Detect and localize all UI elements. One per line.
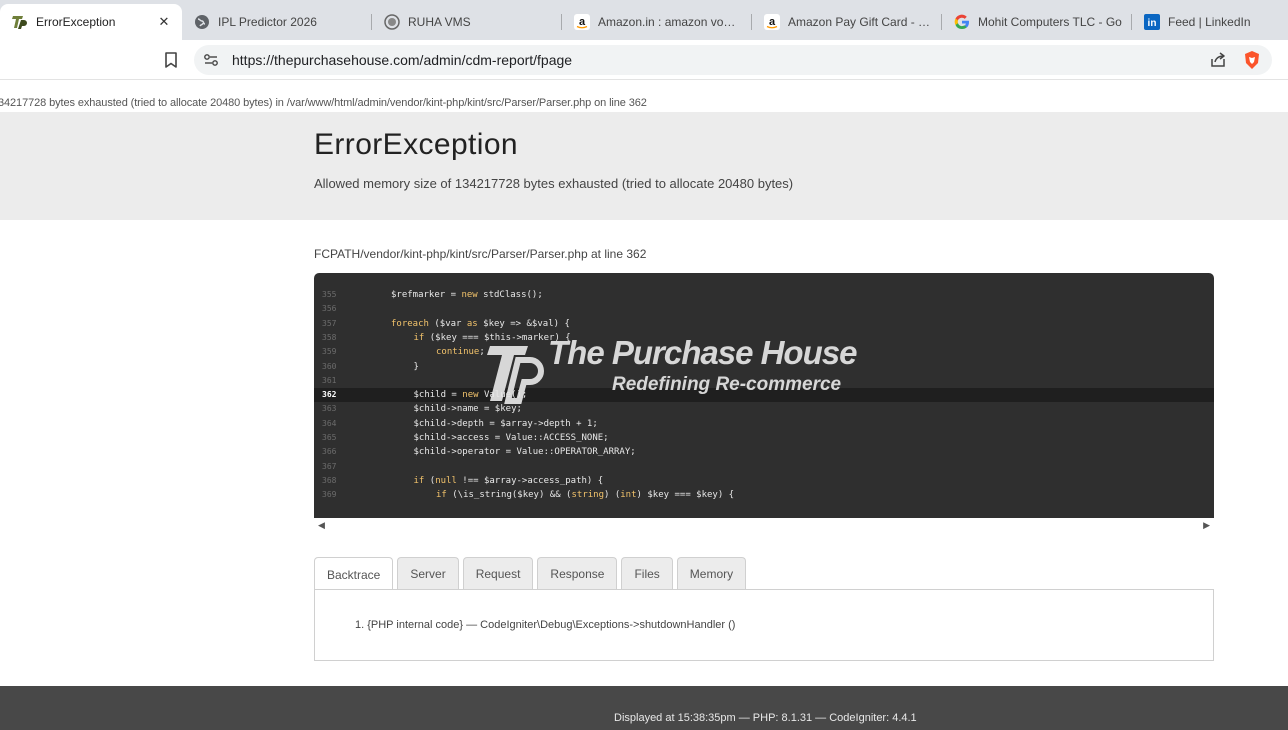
code-line: 357 foreach ($var as $key => &$val) { xyxy=(314,317,1214,331)
code-line: 369 if (\is_string($key) && (string) (int… xyxy=(314,488,1214,502)
svg-text:a: a xyxy=(769,16,776,28)
browser-tab-ruha[interactable]: RUHA VMS xyxy=(372,4,562,40)
tab-title: Feed | LinkedIn xyxy=(1168,15,1251,29)
tab-title: ErrorException xyxy=(36,15,116,29)
code-line: 361 xyxy=(314,374,1214,388)
code-text: if (null !== $array->access_path) { xyxy=(413,475,604,486)
code-line: 366 $child->operator = Value::OPERATOR_AR… xyxy=(314,445,1214,459)
backtrace-panel: 1. {PHP internal code} — CodeIgniter\Deb… xyxy=(314,589,1214,661)
browser-tab-strip: ErrorException ✕ IPL Predictor 2026 RUHA… xyxy=(0,0,1288,40)
tab-backtrace[interactable]: Backtrace xyxy=(314,557,394,591)
tab-title: RUHA VMS xyxy=(408,15,471,29)
browser-toolbar: https://thepurchasehouse.com/admin/cdm-r… xyxy=(0,40,1288,80)
line-number: 368 xyxy=(322,475,337,485)
line-number: 356 xyxy=(322,304,337,314)
url-text[interactable]: https://thepurchasehouse.com/admin/cdm-r… xyxy=(232,52,572,68)
bookmark-icon[interactable] xyxy=(161,50,181,70)
code-text: continue; xyxy=(436,347,485,358)
browser-tab-linkedin[interactable]: in Feed | LinkedIn xyxy=(1132,4,1278,40)
code-text: $child->depth = $array->depth + 1; xyxy=(413,418,598,429)
code-line: 363 $child->name = $key; xyxy=(314,402,1214,416)
linkedin-icon: in xyxy=(1144,14,1160,30)
tab-response[interactable]: Response xyxy=(537,557,618,590)
close-tab-icon[interactable]: ✕ xyxy=(156,14,172,30)
ruha-favicon-icon xyxy=(384,14,400,30)
tab-title: Amazon.in : amazon vouch xyxy=(598,15,742,29)
browser-tab-amazon-pay[interactable]: a Amazon Pay Gift Card - Fo xyxy=(752,4,942,40)
line-number: 366 xyxy=(322,447,337,457)
browser-tab-amazon-voucher[interactable]: a Amazon.in : amazon vouch xyxy=(562,4,752,40)
line-number: 363 xyxy=(322,404,337,414)
tab-title: IPL Predictor 2026 xyxy=(218,15,317,29)
code-text: if ($key === $this->marker) { xyxy=(413,332,571,343)
line-number: 364 xyxy=(322,418,337,428)
amazon-icon: a xyxy=(574,14,590,30)
code-text: } xyxy=(413,361,419,372)
code-text: $child->operator = Value::OPERATOR_ARRAY… xyxy=(413,447,636,458)
code-line: 359 continue; xyxy=(314,345,1214,359)
code-text: foreach ($var as $key => &$val) { xyxy=(391,318,570,329)
purchase-house-favicon-icon xyxy=(12,14,28,30)
code-text: $child->name = $key; xyxy=(413,404,522,415)
code-text: $child->access = Value::ACCESS_NONE; xyxy=(413,433,609,443)
google-icon xyxy=(954,14,970,30)
tab-files[interactable]: Files xyxy=(621,557,673,590)
horizontal-scrollbar[interactable]: ◀ ▶ xyxy=(314,518,1214,532)
code-text: if (\is_string($key) && (string) (int) $… xyxy=(436,490,735,501)
svg-text:a: a xyxy=(579,16,586,28)
tab-title: Amazon Pay Gift Card - Fo xyxy=(788,15,932,29)
brave-shield-icon[interactable] xyxy=(1242,50,1262,70)
line-number: 362 xyxy=(322,390,337,400)
backtrace-item[interactable]: 1. {PHP internal code} — CodeIgniter\Deb… xyxy=(355,619,735,631)
line-number: 358 xyxy=(322,332,337,342)
tab-memory[interactable]: Memory xyxy=(676,557,747,590)
code-line: 355 $refmarker = new stdClass(); xyxy=(314,288,1214,302)
svg-text:in: in xyxy=(1148,18,1157,29)
code-line: 367 xyxy=(314,460,1214,474)
code-line: 364 $child->depth = $array->depth + 1; xyxy=(314,417,1214,431)
page-title: ErrorException xyxy=(314,128,519,161)
code-line: 368 if (null !== $array->access_path) { xyxy=(314,474,1214,488)
line-number: 369 xyxy=(322,490,337,500)
line-number: 361 xyxy=(322,375,337,385)
raw-error-message: 34217728 bytes exhausted (tried to alloc… xyxy=(0,97,647,109)
error-file-path: FCPATH/vendor/kint-php/kint/src/Parser/P… xyxy=(314,247,647,261)
code-line: 356 xyxy=(314,302,1214,316)
code-line: 365 $child->access = Value::ACCESS_NONE; xyxy=(314,431,1214,445)
globe-icon xyxy=(194,14,210,30)
source-code-viewer: 355 $refmarker = new stdClass(); 356 357 for… xyxy=(314,273,1214,518)
line-number: 357 xyxy=(322,318,337,328)
highlighted-code-line: 362 $child = new Value(); xyxy=(314,388,1214,403)
debug-tabs: Backtrace Server Request Response Files … xyxy=(314,557,750,591)
line-number: 360 xyxy=(322,361,337,371)
browser-tab-errorexception[interactable]: ErrorException ✕ xyxy=(0,4,182,40)
scroll-right-icon[interactable]: ▶ xyxy=(1203,520,1210,531)
browser-tab-ipl[interactable]: IPL Predictor 2026 xyxy=(182,4,372,40)
line-number: 365 xyxy=(322,433,337,442)
footer-divider xyxy=(302,685,1226,686)
share-icon[interactable] xyxy=(1208,50,1228,70)
address-bar[interactable]: https://thepurchasehouse.com/admin/cdm-r… xyxy=(194,45,1272,75)
site-info-icon[interactable] xyxy=(202,51,220,69)
code-line: 360} xyxy=(314,360,1214,374)
browser-tab-google[interactable]: Mohit Computers TLC - Go xyxy=(942,4,1132,40)
error-message: Allowed memory size of 134217728 bytes e… xyxy=(314,176,794,191)
amazon-icon: a xyxy=(764,14,780,30)
line-number: 355 xyxy=(322,290,337,299)
error-header xyxy=(0,112,1288,220)
footer-text: Displayed at 15:38:35pm — PHP: 8.1.31 — … xyxy=(614,712,917,724)
scroll-left-icon[interactable]: ◀ xyxy=(318,520,325,531)
line-number: 367 xyxy=(322,461,337,471)
line-number: 359 xyxy=(322,347,337,357)
code-text: $child = new Value(); xyxy=(413,390,528,401)
code-line: 358 if ($key === $this->marker) { xyxy=(314,331,1214,345)
tab-request[interactable]: Request xyxy=(462,557,534,590)
tab-title: Mohit Computers TLC - Go xyxy=(978,15,1122,29)
tab-server[interactable]: Server xyxy=(397,557,459,590)
code-text: $refmarker = new stdClass(); xyxy=(391,290,543,300)
